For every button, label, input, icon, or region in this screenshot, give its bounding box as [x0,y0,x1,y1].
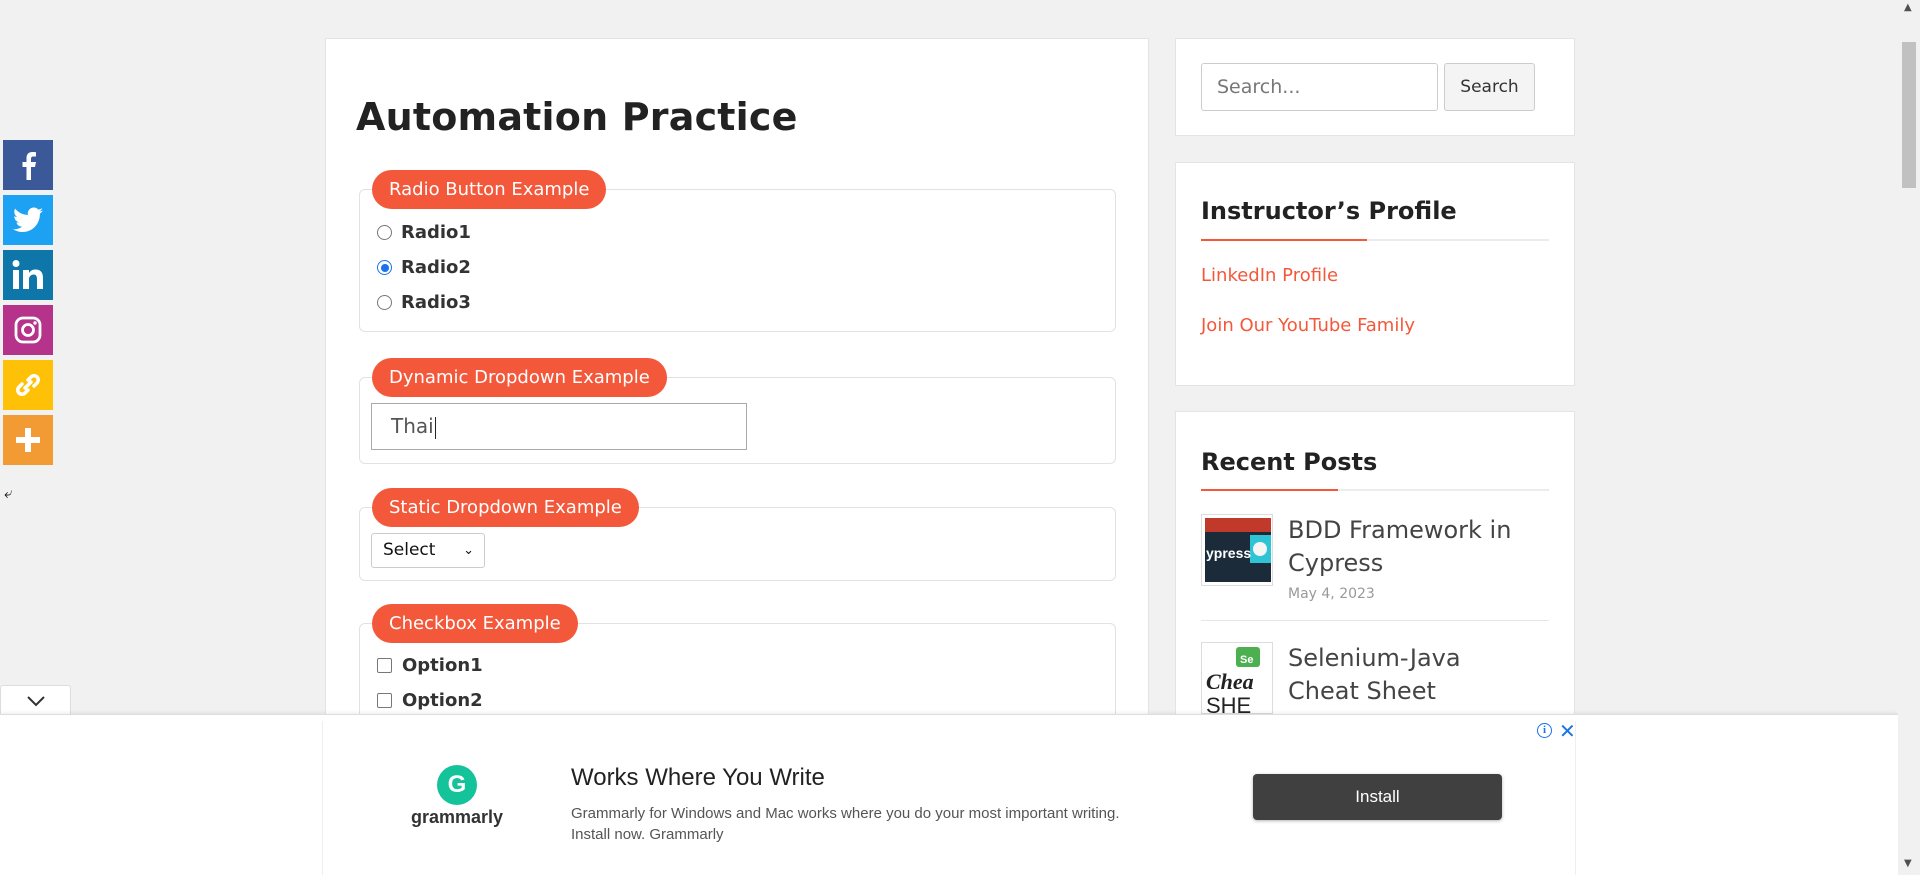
radio-option-2[interactable]: Radio2 [377,257,471,278]
grammarly-logo[interactable]: G grammarly [407,765,507,828]
page-scrollbar[interactable]: ▲ ▼ [1898,0,1920,875]
scroll-down-arrow-icon[interactable]: ▼ [1904,858,1912,869]
checkbox-option-1[interactable]: Option1 [377,655,483,676]
widget-title-rule [1201,489,1549,491]
checkbox[interactable] [377,658,392,673]
facebook-icon [22,152,36,180]
dynamic-dropdown-section: Dynamic Dropdown Example Thai [359,358,1116,464]
radio-section-legend: Radio Button Example [372,170,607,209]
select-value: Select [383,540,436,560]
post-title[interactable]: Selenium-Java Cheat Sheet [1288,642,1528,708]
radio-button-section: Radio Button Example Radio1 Radio2 Radio… [359,170,1116,332]
ad-install-button[interactable]: Install [1253,774,1502,820]
checkbox-label: Option1 [402,655,483,676]
radio-label: Radio1 [401,222,471,243]
bottom-ad-banner: G grammarly Works Where You Write Gramma… [0,714,1898,875]
svg-text:SHE: SHE [1206,693,1251,714]
checkbox-label: Option2 [402,690,483,711]
post-thumbnail-text: ypress [1206,545,1251,561]
checkbox-section-legend: Checkbox Example [372,604,578,643]
widget-title: Instructor’s Profile [1201,197,1457,225]
widget-title: Recent Posts [1201,448,1378,476]
share-instagram-button[interactable] [3,305,53,355]
share-facebook-button[interactable] [3,140,53,190]
ad-content[interactable]: G grammarly Works Where You Write Gramma… [322,719,1576,875]
chevron-down-icon: ⌄ [463,543,474,558]
recent-post-item[interactable]: ypress BDD Framework in Cypress May 4, 2… [1201,514,1549,624]
instructor-profile-widget: Instructor’s Profile LinkedIn Profile Jo… [1175,162,1575,386]
scrollbar-thumb[interactable] [1902,42,1916,188]
post-thumbnail-image: ypress [1202,515,1272,585]
ad-collapse-button[interactable] [0,685,71,715]
text-caret [434,416,436,439]
post-thumbnail[interactable]: Se Chea SHE [1201,642,1273,714]
ad-headline[interactable]: Works Where You Write [571,764,825,792]
share-copy-link-button[interactable] [3,360,53,410]
post-date: May 4, 2023 [1288,586,1375,602]
widget-title-rule [1201,239,1549,241]
radio-button-selected[interactable] [377,260,392,275]
chevron-down-icon [26,695,45,706]
static-dropdown-legend: Static Dropdown Example [372,488,639,527]
autocomplete-input[interactable]: Thai [371,403,747,450]
more-icon [16,428,40,452]
post-divider [1201,620,1549,621]
copy-link-icon [16,374,40,396]
checkbox-option-2[interactable]: Option2 [377,690,483,711]
ad-body-text: Grammarly for Windows and Mac works wher… [571,805,1120,843]
share-more-button[interactable] [3,415,53,465]
radio-label: Radio2 [401,257,471,278]
ad-info-icon[interactable]: i [1537,723,1552,738]
post-thumbnail-image: Se Chea SHE [1202,643,1272,714]
radio-option-1[interactable]: Radio1 [377,222,471,243]
ad-brand-name: grammarly [410,807,504,827]
share-linkedin-button[interactable] [3,250,53,300]
recent-posts-widget: Recent Posts ypress BDD Framework in Cyp… [1175,411,1575,741]
autocomplete-value: Thai [391,414,434,438]
linkedin-icon [12,260,43,289]
radio-option-3[interactable]: Radio3 [377,292,471,313]
svg-text:Chea: Chea [1206,669,1254,694]
instagram-icon [14,316,42,344]
radio-button[interactable] [377,295,392,310]
search-widget: Search... Search [1175,38,1575,136]
linkedin-profile-link[interactable]: LinkedIn Profile [1201,265,1338,286]
radio-label: Radio3 [401,292,471,313]
recent-post-item[interactable]: Se Chea SHE Selenium-Java Cheat Sheet [1201,642,1549,722]
grammarly-logo-icon: G [437,765,477,805]
ad-close-icon[interactable]: ✕ [1559,719,1576,743]
hide-share-bar-icon[interactable]: ⤶ [4,484,12,502]
radio-button[interactable] [377,225,392,240]
scroll-up-arrow-icon[interactable]: ▲ [1904,2,1912,13]
share-twitter-button[interactable] [3,195,53,245]
youtube-family-link[interactable]: Join Our YouTube Family [1201,315,1415,336]
checkbox[interactable] [377,693,392,708]
twitter-icon [13,207,43,232]
main-content-card: Automation Practice Radio Button Example… [325,38,1149,763]
dynamic-dropdown-legend: Dynamic Dropdown Example [372,358,667,397]
static-dropdown-select[interactable]: Select ⌄ [371,533,485,568]
search-input[interactable]: Search... [1201,63,1438,111]
static-dropdown-section: Static Dropdown Example Select ⌄ [359,488,1116,581]
post-title[interactable]: BDD Framework in Cypress [1288,514,1528,580]
post-thumbnail[interactable]: ypress [1201,514,1273,586]
page-title: Automation Practice [356,95,798,139]
svg-text:Se: Se [1240,654,1253,666]
search-button[interactable]: Search [1444,63,1535,111]
